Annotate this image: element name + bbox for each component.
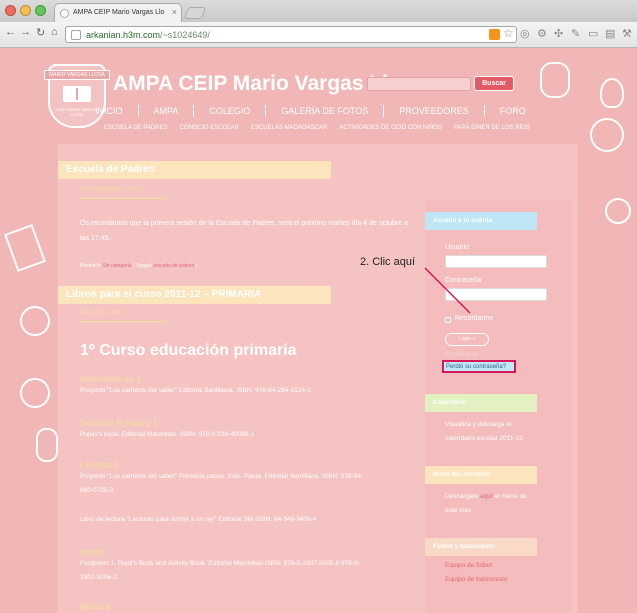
page-icon <box>71 30 81 40</box>
minimize-window-button[interactable] <box>20 5 31 16</box>
browser-tab[interactable]: AMPA CEIP Mario Vargas Llo × <box>54 3 182 22</box>
browser-toolbar: ← → ↻ ⌂ arkanian.h3m.com/~s1024649/ ☆ ◎ … <box>0 22 637 48</box>
new-tab-button[interactable] <box>183 7 207 19</box>
back-arrow-icon[interactable]: ← <box>5 26 16 38</box>
wrench-icon[interactable]: ⚒ <box>622 27 632 40</box>
tab-close-icon[interactable]: × <box>172 7 177 17</box>
url-host: arkanian.h3m.com <box>86 30 161 40</box>
forward-arrow-icon[interactable]: → <box>20 26 31 38</box>
cast-icon[interactable]: ▤ <box>605 27 615 40</box>
close-window-button[interactable] <box>5 5 16 16</box>
address-bar[interactable]: arkanian.h3m.com/~s1024649/ <box>65 26 517 43</box>
settings-icon[interactable]: ⚙ <box>537 27 547 40</box>
star-icon[interactable]: ☆ <box>503 26 514 40</box>
url-path: /~s1024649/ <box>160 30 210 40</box>
window-icon[interactable]: ▭ <box>588 27 598 40</box>
annotation-arrow <box>424 267 471 314</box>
puzzle-icon[interactable]: ✣ <box>554 27 563 40</box>
tab-title: AMPA CEIP Mario Vargas Llo <box>73 9 165 16</box>
web-page: MARIO VARGAS LLOSA CEIP MARIO VARGAS LLO… <box>0 48 637 613</box>
extension-icon[interactable]: ◎ <box>520 27 530 40</box>
rss-icon[interactable] <box>489 29 500 40</box>
annotation-label: 2. Clic aquí <box>360 256 416 268</box>
browser-tabbar: AMPA CEIP Mario Vargas Llo × <box>0 0 637 22</box>
home-icon[interactable]: ⌂ <box>51 26 58 38</box>
pencil-icon[interactable]: ✎ <box>571 27 580 40</box>
favicon-icon <box>60 9 69 18</box>
zoom-window-button[interactable] <box>35 5 46 16</box>
reload-icon[interactable]: ↻ <box>36 26 45 39</box>
